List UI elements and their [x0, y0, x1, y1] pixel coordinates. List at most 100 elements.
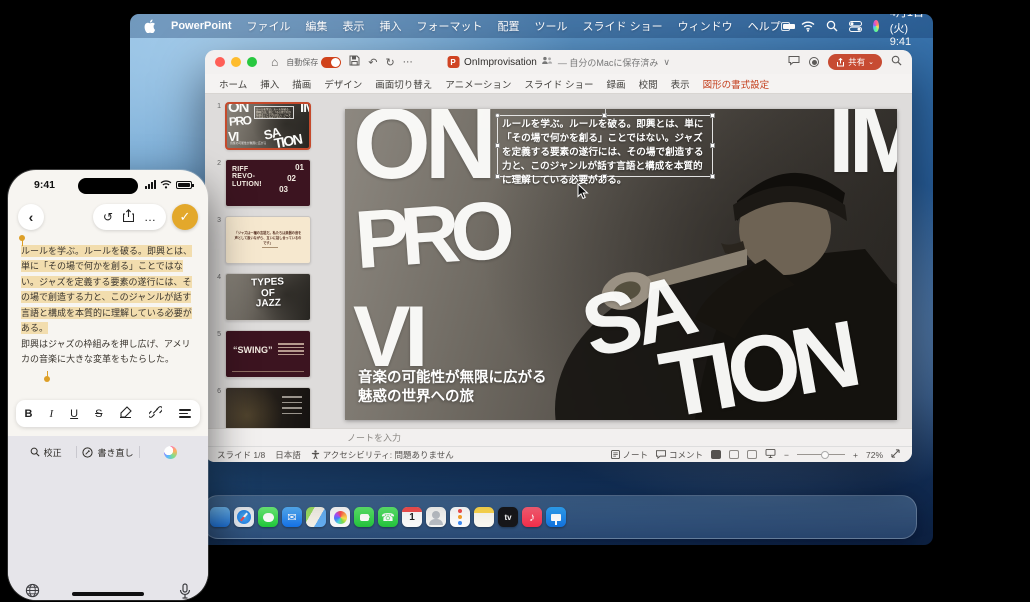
photos-dock-icon[interactable] [330, 507, 350, 527]
ribbon-tab[interactable]: 校閲 [639, 77, 658, 91]
zoom-slider[interactable] [797, 454, 845, 455]
menu-clock[interactable]: 4月1日(火) 9:41 [890, 14, 926, 48]
notes-bar[interactable]: ノートを入力 [205, 428, 912, 446]
ribbon-tab[interactable]: 描画 [292, 77, 311, 91]
underline-button[interactable]: U [70, 408, 78, 420]
selection-handle[interactable] [710, 143, 715, 148]
thumbnail-4-preview[interactable]: TYPES OF JAZZ [225, 273, 311, 321]
notes-dock-icon[interactable] [474, 507, 494, 527]
strikethrough-button[interactable]: S [95, 408, 102, 420]
thumbnail-3-preview[interactable]: 「ジャズは一種の言語だ。私たちは楽器の音を声として扱いながら、互いに話し合ってい… [225, 216, 311, 264]
slide-thumbnail-2[interactable]: 2 RIFF REVO- LUTION! 01 02 03 [209, 159, 335, 207]
record-icon[interactable] [809, 57, 819, 67]
menu-app-name[interactable]: PowerPoint [171, 20, 232, 32]
paragraph-text[interactable]: 即興はジャズの枠組みを押し広げ、アメリカの音楽に大きな変革をもたらした。 [21, 337, 195, 368]
slide-canvas[interactable]: ONIMPROVISATION ルールを学ぶ。ルールを破る。即興とは、単に「その… [345, 109, 897, 420]
language-indicator[interactable]: 日本語 [275, 449, 301, 461]
selection-handle[interactable] [602, 174, 607, 179]
share-icon[interactable] [123, 209, 134, 225]
proofread-button[interactable]: 校正 [15, 446, 76, 459]
selection-handle[interactable] [710, 174, 715, 179]
accessibility-status[interactable]: アクセシビリティ: 問題ありません [311, 449, 454, 461]
selection-handle[interactable] [495, 143, 500, 148]
normal-view-button[interactable] [711, 450, 721, 459]
ribbon-tab[interactable]: スライド ショー [524, 77, 593, 91]
comments-icon[interactable] [788, 55, 800, 69]
apple-menu-icon[interactable] [144, 19, 156, 33]
calendar-dock-icon[interactable]: 1 [402, 507, 422, 527]
dictation-mic-key[interactable] [179, 583, 191, 601]
autosave-toggle[interactable]: 自動保存 [286, 57, 341, 68]
slide-thumbnail-3[interactable]: 3 「ジャズは一種の言語だ。私たちは楽器の音を声として扱いながら、互いに話し合っ… [209, 216, 335, 264]
zoom-in-button[interactable]: + [853, 450, 858, 460]
menu-item[interactable]: ウィンドウ [678, 18, 733, 34]
finder-dock-icon[interactable] [210, 507, 230, 527]
apple-intelligence-button[interactable] [140, 446, 201, 459]
more-options-button[interactable]: … [144, 210, 156, 224]
zoom-out-button[interactable]: − [784, 450, 789, 460]
back-button[interactable]: ‹ [18, 204, 44, 230]
ribbon-tab[interactable]: アニメーション [445, 77, 511, 91]
more-commands-button[interactable]: ⋯ [403, 57, 413, 68]
selection-start-handle[interactable] [19, 235, 25, 241]
slide-caption[interactable]: 音楽の可能性が無限に広がる 魅惑の世界への旅 [358, 369, 547, 408]
messages-dock-icon[interactable] [258, 507, 278, 527]
menu-item[interactable]: ヘルプ [748, 18, 781, 34]
slide-letter[interactable]: TION [655, 317, 857, 420]
thumbnail-6-preview[interactable] [225, 387, 311, 428]
notes-toggle-button[interactable]: ノート [611, 449, 649, 461]
selection-handle[interactable] [495, 113, 500, 118]
reading-view-button[interactable] [747, 450, 757, 459]
siri-icon[interactable] [873, 20, 879, 32]
menu-item[interactable]: ツール [535, 18, 568, 34]
mail-dock-icon[interactable]: ✉ [282, 507, 302, 527]
close-window-button[interactable] [215, 57, 225, 67]
share-button[interactable]: 共有 ⌄ [828, 54, 882, 70]
zoom-slider-knob[interactable] [821, 451, 829, 459]
wifi-icon[interactable] [801, 21, 815, 32]
slide-letter[interactable]: VI [353, 304, 422, 371]
undo-button[interactable]: ↶ [368, 56, 377, 69]
slide-thumbnail-1[interactable]: 1 ONIMPROVISATION ルールを学ぶ。ルールを破る。即興とは、単に「… [209, 102, 335, 150]
menu-item[interactable]: 配置 [498, 18, 520, 34]
menu-item[interactable]: ファイル [247, 18, 291, 34]
redo-button[interactable]: ↻ [385, 56, 394, 69]
save-icon[interactable] [349, 55, 360, 69]
document-title[interactable]: OnImprovisation [464, 57, 537, 68]
selection-handle[interactable] [495, 174, 500, 179]
slide-letter[interactable]: PRO [353, 199, 508, 273]
search-icon[interactable] [891, 55, 902, 69]
ribbon-tab[interactable]: 画面切り替え [375, 77, 432, 91]
bold-button[interactable]: B [25, 408, 33, 420]
thumbnail-1-preview[interactable]: ONIMPROVISATION ルールを学ぶ。ルールを破る。即興とは、単に「その… [225, 102, 311, 150]
globe-key[interactable] [25, 583, 40, 600]
zoom-level[interactable]: 72% [866, 450, 883, 460]
ribbon-tab[interactable]: ホーム [219, 77, 247, 91]
keynote-dock-icon[interactable] [546, 507, 566, 527]
appletv-dock-icon[interactable]: tv [498, 507, 518, 527]
done-check-button[interactable]: ✓ [172, 204, 198, 230]
reminders-dock-icon[interactable] [450, 507, 470, 527]
selection-end-handle[interactable] [44, 376, 50, 382]
slide-letter[interactable]: IM [828, 109, 897, 178]
home-icon[interactable]: ⌂ [271, 55, 278, 69]
slide-thumbnail-6[interactable]: 6 [209, 387, 335, 428]
home-indicator[interactable] [72, 592, 144, 596]
undo-button[interactable]: ↺ [103, 210, 113, 224]
thumbnail-5-preview[interactable]: “SWING” [225, 330, 311, 378]
safari-dock-icon[interactable] [234, 507, 254, 527]
menu-item[interactable]: スライド ショー [583, 18, 663, 34]
selected-textbox[interactable]: ルールを学ぶ。ルールを破る。即興とは、単に「その場で何かを創る」ことではない。ジ… [497, 115, 713, 177]
zoom-window-button[interactable] [247, 57, 257, 67]
slide-thumbnail-4[interactable]: 4 TYPES OF JAZZ [209, 273, 335, 321]
save-status[interactable]: — 自分のMacに保存済み [558, 56, 659, 69]
rewrite-button[interactable]: 書き直し [77, 446, 138, 459]
menu-item[interactable]: 編集 [306, 18, 328, 34]
music-dock-icon[interactable]: ♪ [522, 507, 542, 527]
comments-toggle-button[interactable]: コメント [656, 449, 703, 461]
menu-item[interactable]: フォーマット [417, 18, 483, 34]
fit-slide-button[interactable] [891, 449, 900, 460]
italic-button[interactable]: I [49, 408, 53, 420]
phone-dock-icon[interactable]: ☎ [378, 507, 398, 527]
facetime-dock-icon[interactable] [354, 507, 374, 527]
